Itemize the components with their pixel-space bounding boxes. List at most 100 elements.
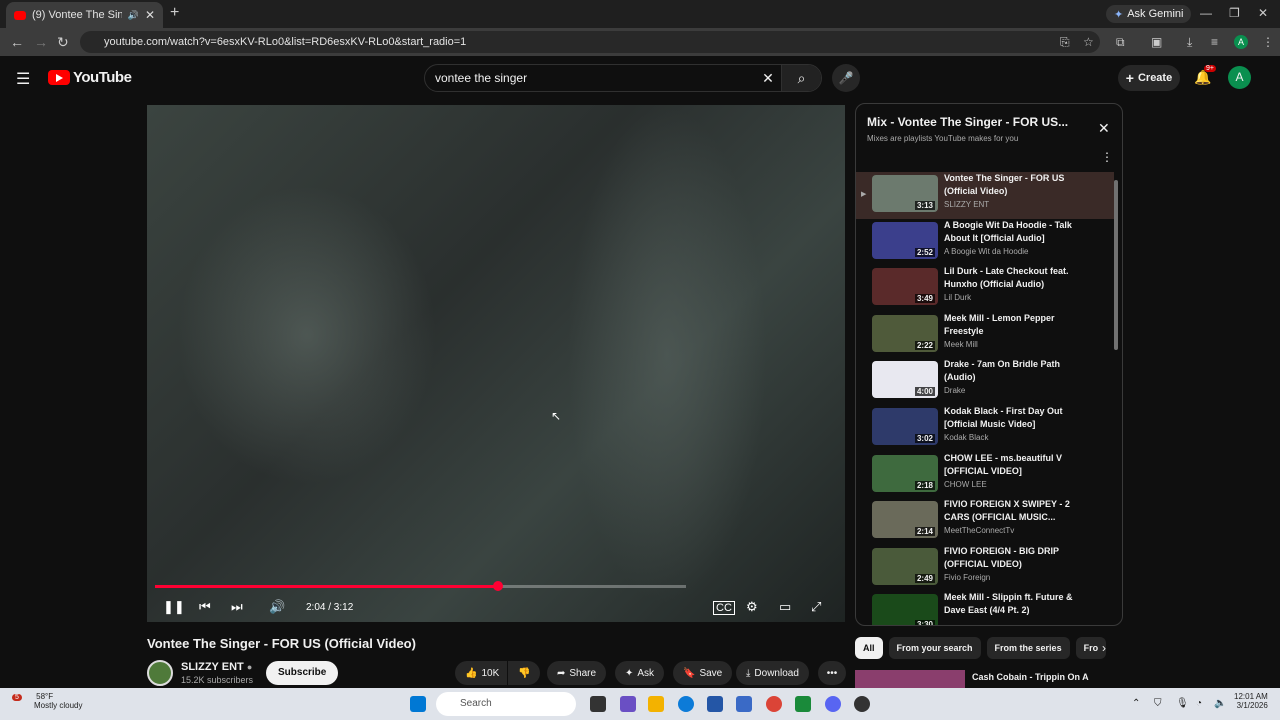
playlist-item-title: Meek Mill - Lemon Pepper Freestyle — [944, 312, 1055, 336]
extensions-icon[interactable]: ⧉ — [1116, 35, 1125, 50]
windows-start-icon[interactable] — [410, 696, 426, 712]
install-icon[interactable]: ⎘ — [1060, 35, 1070, 50]
discord-icon[interactable] — [825, 696, 841, 712]
app-icon[interactable] — [620, 696, 636, 712]
playlist-item[interactable]: ▶ 3:13 Vontee The Singer - FOR US (Officia… — [856, 172, 1114, 219]
playlist-item[interactable]: 2:14 FIVIO FOREIGN X SWIPEY - 2 CARS (OFF… — [856, 498, 1114, 545]
new-tab-button[interactable]: + — [170, 4, 179, 22]
store-icon[interactable] — [707, 696, 723, 712]
search-button[interactable]: ⌕ — [781, 65, 821, 91]
playlist-item[interactable]: 2:22 Meek Mill - Lemon Pepper Freestyle Me… — [856, 312, 1114, 359]
create-button[interactable]: + Create — [1118, 65, 1180, 91]
playlist-item[interactable]: 3:02 Kodak Black - First Day Out [Officia… — [856, 405, 1114, 452]
wifi-icon[interactable]: ◔ — [1196, 698, 1202, 709]
subscribe-button[interactable]: Subscribe — [266, 661, 339, 685]
playlist-item[interactable]: 3:30 Meek Mill - Slippin ft. Future & Dav… — [856, 591, 1114, 625]
playlist-thumbnail: 2:52 — [872, 221, 938, 259]
mic-tray-icon[interactable]: 🎙 — [1176, 698, 1189, 709]
save-button[interactable]: 🔖 Save — [673, 661, 733, 685]
chip[interactable]: From your search — [888, 637, 981, 659]
sidepanel-icon[interactable]: ▣ — [1151, 35, 1162, 49]
app-icon-dark[interactable] — [854, 696, 870, 712]
ask-button[interactable]: ✦ Ask — [615, 661, 665, 685]
bookmark-star-icon[interactable]: ☆ — [1083, 35, 1094, 49]
playlist-title[interactable]: Mix - Vontee The Singer - FOR US... — [867, 115, 1077, 129]
chevron-right-icon[interactable]: › — [1102, 641, 1106, 655]
browser-profile-avatar[interactable]: A — [1234, 35, 1248, 49]
playlist-scrollbar[interactable] — [1114, 180, 1118, 350]
playlist-item[interactable]: 2:52 A Boogie Wit Da Hoodie - Talk About … — [856, 219, 1114, 266]
playlist-thumbnail: 4:00 — [872, 361, 938, 399]
microphone-icon[interactable]: 🎤 — [832, 64, 860, 92]
tray-chevron-icon[interactable]: ⌃ — [1132, 698, 1140, 709]
volume-icon[interactable]: 🔊 — [269, 599, 285, 615]
task-view-icon[interactable] — [590, 696, 606, 712]
ask-gemini-button[interactable]: ✦ Ask Gemini — [1106, 5, 1192, 23]
security-icon[interactable]: ⛉ — [1154, 698, 1162, 709]
edge-icon[interactable] — [678, 696, 694, 712]
forward-icon[interactable]: → — [34, 34, 48, 50]
theater-mode-icon[interactable]: ▭ — [779, 599, 791, 615]
weather-widget[interactable]: 5 58°F Mostly cloudy — [12, 692, 82, 710]
channel-name[interactable]: SLIZZY ENT ● — [181, 661, 252, 673]
settings-gear-icon[interactable]: ⚙ — [746, 599, 758, 615]
app-icon-green[interactable] — [795, 696, 811, 712]
media-icon[interactable]: ≡ — [1211, 35, 1218, 49]
like-button[interactable]: 👍 10K — [455, 661, 507, 685]
browser-toolbar: ← → ↻ youtube.com/watch?v=6esxKV-RLo0&li… — [0, 28, 1280, 56]
download-button[interactable]: ⤓ Download — [736, 661, 809, 685]
chip[interactable]: All — [855, 637, 883, 659]
clear-search-icon[interactable]: ✕ — [755, 70, 781, 87]
youtube-logo[interactable]: YouTube — [48, 69, 132, 86]
more-actions-button[interactable]: ••• — [818, 661, 846, 685]
playlist-item[interactable]: 2:18 CHOW LEE - ms.beautiful V [OFFICIAL … — [856, 452, 1114, 499]
account-avatar[interactable]: A — [1228, 66, 1251, 89]
dislike-button[interactable]: 👎 — [508, 661, 540, 685]
restore-icon[interactable]: ❐ — [1229, 6, 1240, 20]
previous-icon[interactable]: ⏮ — [199, 599, 211, 615]
playlist-thumbnail: 3:02 — [872, 407, 938, 445]
progress-bar[interactable] — [155, 581, 686, 591]
playlist-item[interactable]: 2:49 FIVIO FOREIGN - BIG DRIP (OFFICIAL V… — [856, 545, 1114, 592]
playlist-thumbnail: 3:13 — [872, 175, 938, 212]
file-explorer-icon[interactable] — [648, 696, 664, 712]
speaker-tray-icon[interactable]: 🔈 — [1214, 698, 1226, 709]
downloads-icon[interactable]: ⤓ — [1187, 35, 1192, 50]
playlist-item[interactable]: 4:00 Drake - 7am On Bridle Path (Audio) Dr… — [856, 358, 1114, 405]
menu-icon[interactable]: ☰ — [16, 69, 30, 89]
close-playlist-icon[interactable]: ✕ — [1098, 120, 1110, 137]
playlist-item[interactable]: 3:49 Lil Durk - Late Checkout feat. Hunxh… — [856, 265, 1114, 312]
share-button[interactable]: ➦ Share — [547, 661, 607, 685]
speaker-icon: 🔊 — [127, 9, 139, 20]
captions-icon[interactable]: CC — [713, 601, 735, 615]
progress-scrubber[interactable] — [493, 581, 504, 591]
browser-menu-icon[interactable]: ⋮ — [1262, 35, 1274, 49]
weather-condition: Mostly cloudy — [34, 701, 83, 710]
duration-badge: 3:30 — [914, 620, 935, 625]
next-icon[interactable]: ⏭ — [231, 599, 243, 615]
channel-avatar[interactable] — [147, 660, 173, 686]
chip[interactable]: From the series — [986, 637, 1070, 659]
mail-icon[interactable] — [736, 696, 752, 712]
playlist-item-channel: CHOW LEE — [944, 479, 987, 489]
address-bar[interactable]: youtube.com/watch?v=6esxKV-RLo0&list=RD6… — [80, 31, 1100, 53]
video-player[interactable]: ↖ ❚❚ ⏮ ⏭ 🔊 2:04 / 3:12 CC ⚙ ▭ ⤢ — [147, 105, 845, 622]
close-window-icon[interactable]: ✕ — [1258, 6, 1268, 20]
notifications-bell-icon[interactable]: 🔔 9+ — [1194, 65, 1216, 86]
system-clock[interactable]: 12:01 AM 3/1/2026 — [1234, 692, 1268, 710]
minimize-icon[interactable]: — — [1200, 6, 1212, 20]
browser-tab[interactable]: (9) Vontee The Singer - FOR US 🔊 ✕ — [6, 2, 163, 28]
recommended-video[interactable]: Cash Cobain - Trippin On A — [855, 670, 1115, 688]
playlist-more-icon[interactable]: ⋮ — [1101, 150, 1113, 164]
taskbar-search[interactable]: Search — [436, 692, 576, 716]
search-input[interactable] — [425, 71, 755, 85]
playlist-item-meta: Kodak Black - First Day Out [Official Mu… — [944, 405, 1084, 442]
close-tab-icon[interactable]: ✕ — [145, 8, 155, 22]
back-icon[interactable]: ← — [10, 34, 24, 50]
fullscreen-icon[interactable]: ⤢ — [811, 599, 821, 615]
playlist-thumbnail: 2:49 — [872, 547, 938, 585]
reload-icon[interactable]: ↻ — [57, 34, 69, 51]
playlist-item-title: FIVIO FOREIGN X SWIPEY - 2 CARS (OFFICIA… — [944, 499, 1070, 523]
chrome-icon[interactable] — [766, 696, 782, 712]
pause-icon[interactable]: ❚❚ — [163, 599, 185, 615]
